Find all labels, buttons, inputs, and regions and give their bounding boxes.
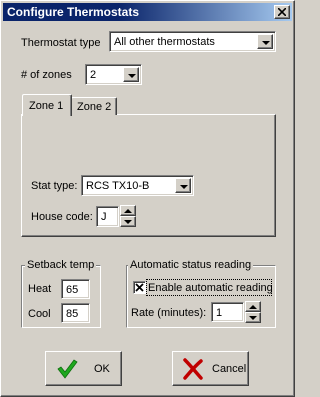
zone-tab-panel: Stat type: RCS TX10-B House code: J <box>21 114 276 237</box>
ok-label: OK <box>94 363 110 375</box>
configure-thermostats-dialog: Configure Thermostats Thermostat type Al… <box>0 0 295 397</box>
cancel-label: Cancel <box>212 363 247 375</box>
green-check-icon <box>57 359 78 379</box>
rate-input[interactable]: 1 <box>211 302 244 322</box>
cool-input[interactable]: 85 <box>61 303 90 323</box>
spin-up-button[interactable] <box>245 301 261 312</box>
zones-label: # of zones <box>21 69 72 81</box>
thermostat-type-value: All other thermostats <box>114 36 215 48</box>
enable-reading-checkbox[interactable] <box>133 281 146 294</box>
rate-label: Rate (minutes): <box>131 307 207 319</box>
cool-label: Cool <box>28 308 51 320</box>
tab-zone-2[interactable]: Zone 2 <box>71 97 117 115</box>
tab-zone-2-label: Zone 2 <box>77 101 112 113</box>
chevron-down-icon <box>128 74 136 78</box>
red-x-icon <box>183 358 203 380</box>
stat-type-value: RCS TX10-B <box>86 180 150 192</box>
spin-up-button[interactable] <box>120 205 136 216</box>
thermostat-type-select[interactable]: All other thermostats <box>109 31 276 52</box>
stat-type-select[interactable]: RCS TX10-B <box>81 175 194 196</box>
rate-value: 1 <box>216 307 223 319</box>
house-code-input[interactable]: J <box>96 206 119 227</box>
setback-temp-title: Setback temp <box>25 258 97 272</box>
chevron-down-icon <box>180 185 188 189</box>
ok-button[interactable]: OK <box>45 351 122 386</box>
check-x-icon <box>135 283 144 292</box>
heat-label: Heat <box>28 283 52 295</box>
heat-value: 65 <box>66 284 79 296</box>
thermostat-type-label: Thermostat type <box>21 37 101 49</box>
house-code-value: J <box>101 211 107 223</box>
title-bar[interactable]: Configure Thermostats <box>3 3 292 21</box>
house-code-spinner[interactable] <box>120 205 136 227</box>
enable-reading-label[interactable]: Enable automatic reading <box>148 281 273 295</box>
zones-value: 2 <box>90 69 97 81</box>
close-button[interactable] <box>274 5 290 19</box>
cancel-button[interactable]: Cancel <box>172 351 249 386</box>
thermostat-type-dropdown-button[interactable] <box>257 34 273 49</box>
close-icon <box>278 8 286 16</box>
tab-zone-1[interactable]: Zone 1 <box>22 94 72 116</box>
zones-dropdown-button[interactable] <box>123 67 139 82</box>
stat-type-label: Stat type: <box>31 180 78 192</box>
tab-zone-1-label: Zone 1 <box>29 100 64 112</box>
zones-select[interactable]: 2 <box>85 64 142 85</box>
rate-spinner[interactable] <box>245 301 261 323</box>
house-code-label: House code: <box>31 211 93 223</box>
heat-input[interactable]: 65 <box>61 279 90 299</box>
stat-type-dropdown-button[interactable] <box>175 178 191 193</box>
status-reading-title: Automatic status reading <box>128 258 254 272</box>
chevron-down-icon <box>262 41 270 45</box>
spin-down-button[interactable] <box>245 312 261 323</box>
spin-down-button[interactable] <box>120 216 136 227</box>
cool-value: 85 <box>66 308 79 320</box>
window-title: Configure Thermostats <box>7 5 140 19</box>
